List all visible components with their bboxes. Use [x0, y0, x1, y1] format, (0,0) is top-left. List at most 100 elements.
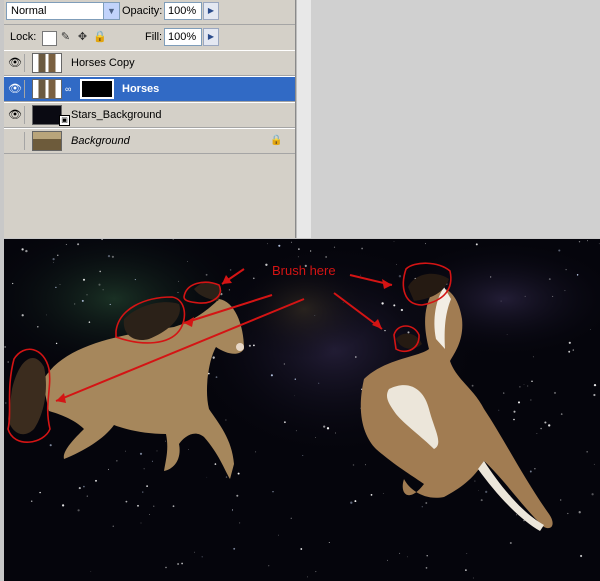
- star: [142, 491, 144, 493]
- star: [560, 499, 562, 501]
- star: [477, 490, 479, 491]
- eye-icon[interactable]: 👁: [6, 54, 25, 72]
- star: [57, 254, 59, 256]
- star: [361, 247, 363, 250]
- star: [134, 279, 136, 281]
- star: [81, 299, 84, 302]
- star: [591, 493, 594, 496]
- layers-panel: Normal ▼ Opacity: 100% ▶ Lock: ✎ ✥ 🔒 Fil…: [4, 0, 296, 238]
- star: [52, 258, 55, 261]
- star: [237, 472, 240, 475]
- layer-row-background[interactable]: · Background 🔒: [4, 128, 295, 154]
- star: [278, 244, 281, 247]
- star: [77, 509, 80, 512]
- star: [111, 255, 114, 258]
- empty-workspace: [311, 0, 600, 238]
- star: [86, 294, 88, 296]
- star: [315, 571, 317, 573]
- lock-icon: 🔒: [270, 135, 283, 146]
- star: [37, 326, 39, 328]
- opacity-slider-button[interactable]: ▶: [203, 2, 219, 20]
- star: [228, 289, 231, 291]
- opacity-field[interactable]: 100%: [164, 2, 202, 20]
- star: [25, 249, 28, 253]
- layer-row-horses[interactable]: 👁 ∞ Horses: [4, 76, 295, 102]
- star: [194, 551, 196, 553]
- layer-mask-thumbnail[interactable]: [80, 79, 114, 99]
- move-icon[interactable]: ✥: [76, 31, 89, 44]
- star: [553, 391, 557, 394]
- star: [365, 464, 366, 466]
- layer-row-stars-background[interactable]: 👁 ▣ Stars_Background: [4, 102, 295, 128]
- star: [407, 331, 410, 334]
- eye-icon[interactable]: 👁: [6, 106, 25, 124]
- star: [396, 264, 398, 265]
- star: [598, 243, 600, 245]
- star: [335, 432, 337, 434]
- star: [146, 485, 148, 487]
- star: [278, 534, 279, 536]
- star: [232, 508, 233, 510]
- star: [139, 452, 143, 455]
- star: [589, 329, 591, 330]
- eye-icon[interactable]: 👁: [6, 80, 25, 98]
- star: [201, 556, 203, 558]
- star: [45, 314, 47, 316]
- canvas-artwork: Brush here: [4, 239, 600, 579]
- chain-link-icon[interactable]: ∞: [65, 84, 71, 94]
- star: [187, 261, 188, 262]
- star: [490, 276, 492, 278]
- star: [268, 565, 270, 567]
- layer-row-horses-copy[interactable]: 👁 Horses Copy: [4, 50, 295, 76]
- star: [398, 275, 402, 278]
- star: [107, 468, 110, 471]
- star: [295, 430, 297, 432]
- eye-hidden-icon[interactable]: ·: [6, 132, 25, 150]
- star: [424, 243, 427, 245]
- chevron-down-icon[interactable]: ▼: [103, 3, 119, 19]
- star: [360, 274, 361, 276]
- star: [270, 374, 273, 377]
- star: [229, 269, 232, 271]
- blend-mode-select[interactable]: Normal ▼: [6, 2, 120, 20]
- star: [314, 315, 316, 316]
- star: [137, 504, 139, 507]
- lock-transparency-icon[interactable]: [42, 31, 57, 46]
- star: [95, 479, 97, 482]
- star: [125, 500, 128, 503]
- star: [297, 256, 299, 258]
- star: [565, 268, 567, 271]
- star: [124, 450, 126, 452]
- star: [558, 249, 561, 252]
- document-canvas[interactable]: Brush here: [4, 239, 600, 581]
- star: [350, 501, 353, 504]
- star: [544, 421, 547, 424]
- fill-slider-button[interactable]: ▶: [203, 28, 219, 46]
- star: [30, 500, 33, 503]
- fill-field[interactable]: 100%: [164, 28, 202, 46]
- star: [205, 273, 208, 276]
- star: [536, 433, 538, 434]
- star: [255, 451, 257, 453]
- star: [524, 295, 526, 297]
- star: [472, 577, 474, 579]
- star: [39, 491, 41, 494]
- star: [309, 250, 312, 252]
- star: [294, 378, 297, 380]
- lock-icon[interactable]: 🔒: [93, 31, 107, 44]
- star: [318, 382, 320, 384]
- star: [509, 541, 512, 545]
- star: [188, 449, 189, 450]
- panel-scrollbar[interactable]: [296, 0, 312, 238]
- brush-icon[interactable]: ✎: [59, 31, 72, 44]
- brush-here-annotation: Brush here: [272, 263, 336, 278]
- star: [342, 301, 344, 303]
- blend-bar: Normal ▼ Opacity: 100% ▶: [4, 0, 295, 24]
- star: [421, 506, 423, 508]
- lock-label: Lock:: [10, 31, 37, 43]
- star: [116, 460, 118, 462]
- star: [425, 502, 428, 504]
- opacity-value: 100%: [168, 5, 197, 17]
- star: [315, 436, 317, 438]
- star: [523, 383, 525, 385]
